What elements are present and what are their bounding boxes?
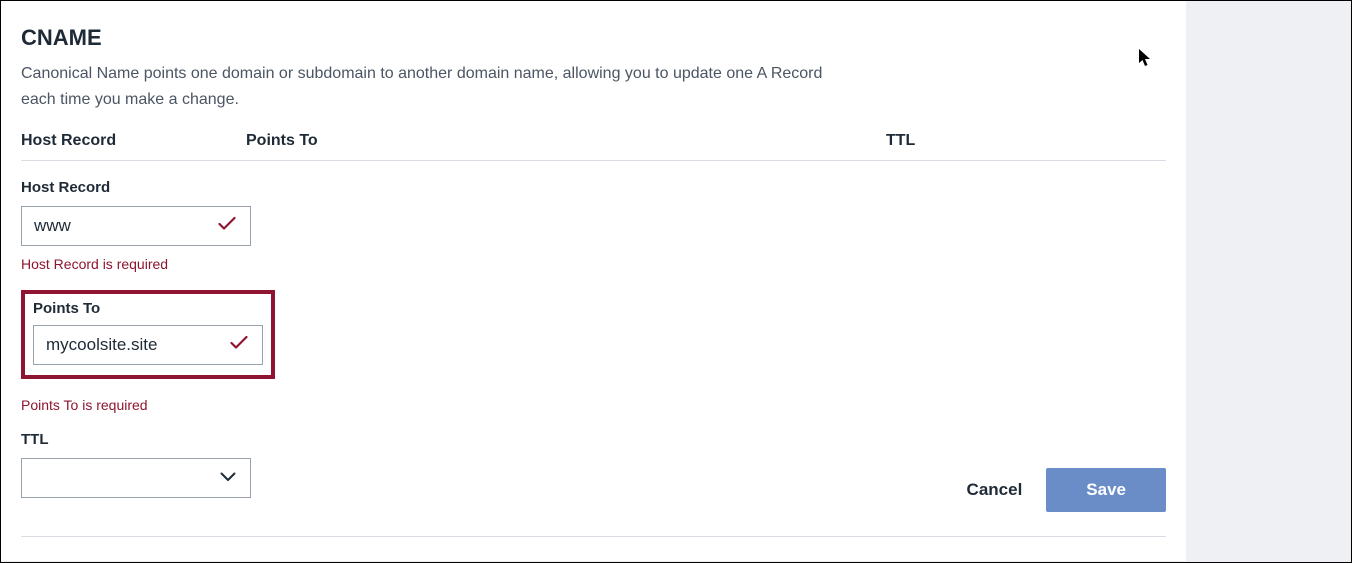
host-record-error: Host Record is required bbox=[21, 256, 1166, 272]
host-record-label: Host Record bbox=[21, 179, 1166, 196]
points-to-input[interactable] bbox=[34, 326, 262, 364]
col-header-ttl: TTL bbox=[886, 132, 1166, 150]
cancel-button[interactable]: Cancel bbox=[967, 480, 1023, 500]
points-to-input-wrap bbox=[33, 325, 263, 365]
form-footer: Cancel Save bbox=[21, 468, 1166, 537]
check-icon bbox=[230, 336, 248, 355]
points-to-error: Points To is required bbox=[21, 397, 1166, 413]
col-header-host: Host Record bbox=[21, 132, 246, 150]
page-title: CNAME bbox=[21, 25, 1166, 51]
page-description: Canonical Name points one domain or subd… bbox=[21, 61, 861, 112]
check-icon bbox=[218, 217, 236, 236]
cname-form-panel: CNAME Canonical Name points one domain o… bbox=[1, 1, 1186, 561]
points-to-label: Points To bbox=[33, 300, 263, 317]
column-header-row: Host Record Points To TTL bbox=[21, 132, 1166, 161]
points-to-highlight: Points To bbox=[21, 290, 275, 379]
save-button[interactable]: Save bbox=[1046, 468, 1166, 512]
col-header-points: Points To bbox=[246, 132, 886, 150]
host-record-field-group: Host Record Host Record is required bbox=[21, 179, 1166, 272]
ttl-label: TTL bbox=[21, 431, 1166, 448]
host-record-input[interactable] bbox=[22, 207, 250, 245]
host-record-input-wrap bbox=[21, 206, 251, 246]
points-to-field-group: Points To Points To is required bbox=[21, 290, 1166, 413]
